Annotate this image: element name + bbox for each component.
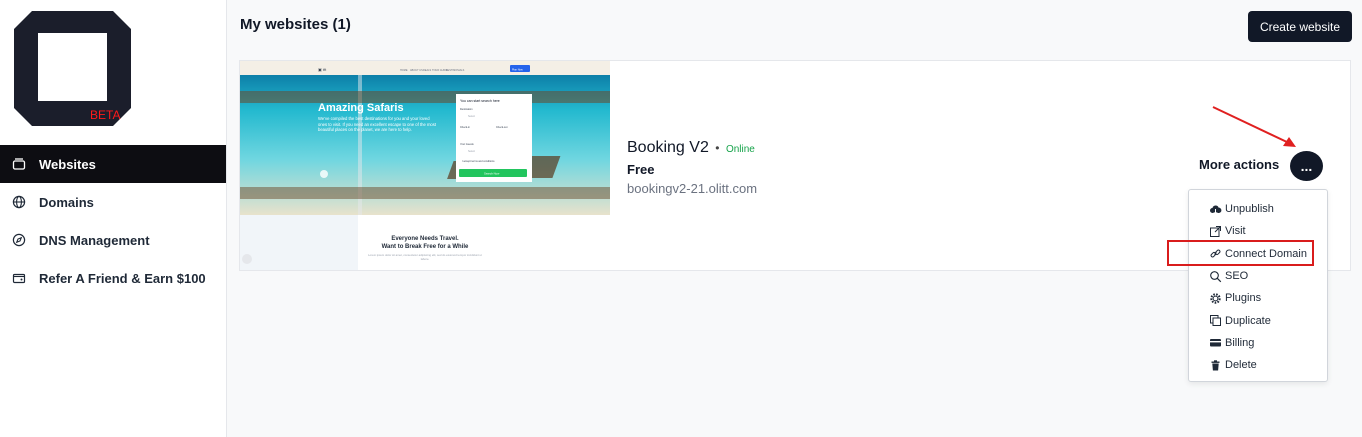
menu-item-label: Connect Domain [1225,247,1307,260]
annotation-arrow [1212,106,1296,147]
thumb-nav-link: TESTIMONIALS [446,69,465,72]
external-link-icon [1209,225,1222,238]
thumb-hero-title: Amazing Safaris [318,102,404,114]
beta-badge: BETA [90,108,120,122]
website-card: ▣ tft HOME ABOUT US DEALS TOUR GUIDE TES… [239,60,1351,271]
menu-item-delete[interactable]: Delete [1189,354,1327,376]
menu-item-visit[interactable]: Visit [1189,220,1327,242]
sidebar-item-refer[interactable]: Refer A Friend & Earn $100 [0,259,226,297]
sidebar-item-dns-management[interactable]: DNS Management [0,221,226,259]
globe-icon [12,195,26,209]
menu-item-label: SEO [1225,270,1249,283]
thumb-nav-link: ABOUT US [410,69,423,72]
thumb-nav-logo: ▣ tft [318,67,327,72]
thumb-form-title: You can start search here [460,99,500,103]
thumb-nav-link: DEALS [423,69,432,72]
compass-icon [12,233,26,247]
menu-item-label: Delete [1225,359,1257,372]
sidebar-item-domains[interactable]: Domains [0,183,226,221]
thumb-form-button: Search Now [484,172,500,176]
main-content: My websites (1) Create website ▣ tft HOM… [227,0,1362,437]
thumb-tagline-small: Lorem ipsum dolor sit amet, consectetur … [368,254,482,261]
trash-icon [1209,359,1222,372]
cloud-icon [1209,203,1222,216]
menu-item-billing[interactable]: Billing [1189,332,1327,354]
thumb-nav-link: HOME [400,69,408,72]
website-url[interactable]: bookingv2-21.olitt.com [627,181,757,196]
menu-item-label: Visit [1225,225,1246,238]
menu-item-plugins[interactable]: Plugins [1189,287,1327,309]
sidebar-item-label: DNS Management [39,232,150,248]
sidebar-item-websites[interactable]: Websites [0,145,226,183]
gear-icon [1209,292,1222,305]
more-actions-menu: Unpublish Visit Connect Domain SEO Plugi… [1188,189,1328,382]
thumb-form-label: Your Guests [460,143,474,146]
thumb-form-placeholder: Select [468,115,475,118]
status-badge: Online [725,144,755,155]
status-separator: • [715,141,720,155]
link-icon [1209,247,1222,260]
sidebar-item-label: Websites [39,156,96,172]
card-icon [1209,336,1222,349]
app-logo[interactable]: BETA [14,11,131,126]
menu-item-label: Unpublish [1225,203,1274,216]
thumb-form-terms: I accept terms and conditions [462,160,495,163]
sidebar: BETA Websites Domains DNS Management Ref… [0,0,227,437]
sidebar-item-label: Domains [39,194,94,210]
thumb-tagline: Want to Break Free for a While [382,244,469,250]
page-title: My websites (1) [240,16,351,33]
copy-icon [1209,314,1222,327]
more-actions-label: More actions [1199,157,1280,172]
menu-item-unpublish[interactable]: Unpublish [1189,198,1327,220]
thumb-tagline: Everyone Needs Travel. [391,236,459,242]
sidebar-nav: Websites Domains DNS Management Refer A … [0,145,226,297]
thumb-hero-text: We've compiled the best destinations for… [318,116,437,133]
menu-item-label: Duplicate [1225,314,1271,327]
search-icon [1209,270,1222,283]
website-name: Booking V2 [627,139,709,156]
thumb-form-label: Check-out [496,126,508,129]
sidebar-item-label: Refer A Friend & Earn $100 [39,270,206,286]
wallet-icon [12,271,26,285]
website-plan: Free [627,162,655,177]
more-actions-button[interactable]: ... [1290,151,1323,181]
thumb-form-placeholder: Select [468,150,475,153]
website-thumbnail[interactable]: ▣ tft HOME ABOUT US DEALS TOUR GUIDE TES… [240,61,610,270]
thumb-form-label: Destination [460,108,473,111]
menu-item-seo[interactable]: SEO [1189,265,1327,287]
menu-item-duplicate[interactable]: Duplicate [1189,309,1327,331]
thumb-nav-button: Plan Now [512,69,523,72]
create-website-button[interactable]: Create website [1248,11,1352,42]
menu-item-label: Billing [1225,336,1255,349]
thumb-form-label: Check-in [460,126,470,129]
website-info: Booking V2 • Online Free bookingv2-21.ol… [627,139,757,196]
websites-icon [12,157,26,171]
menu-item-label: Plugins [1225,292,1262,305]
menu-item-connect-domain[interactable]: Connect Domain [1189,243,1327,265]
